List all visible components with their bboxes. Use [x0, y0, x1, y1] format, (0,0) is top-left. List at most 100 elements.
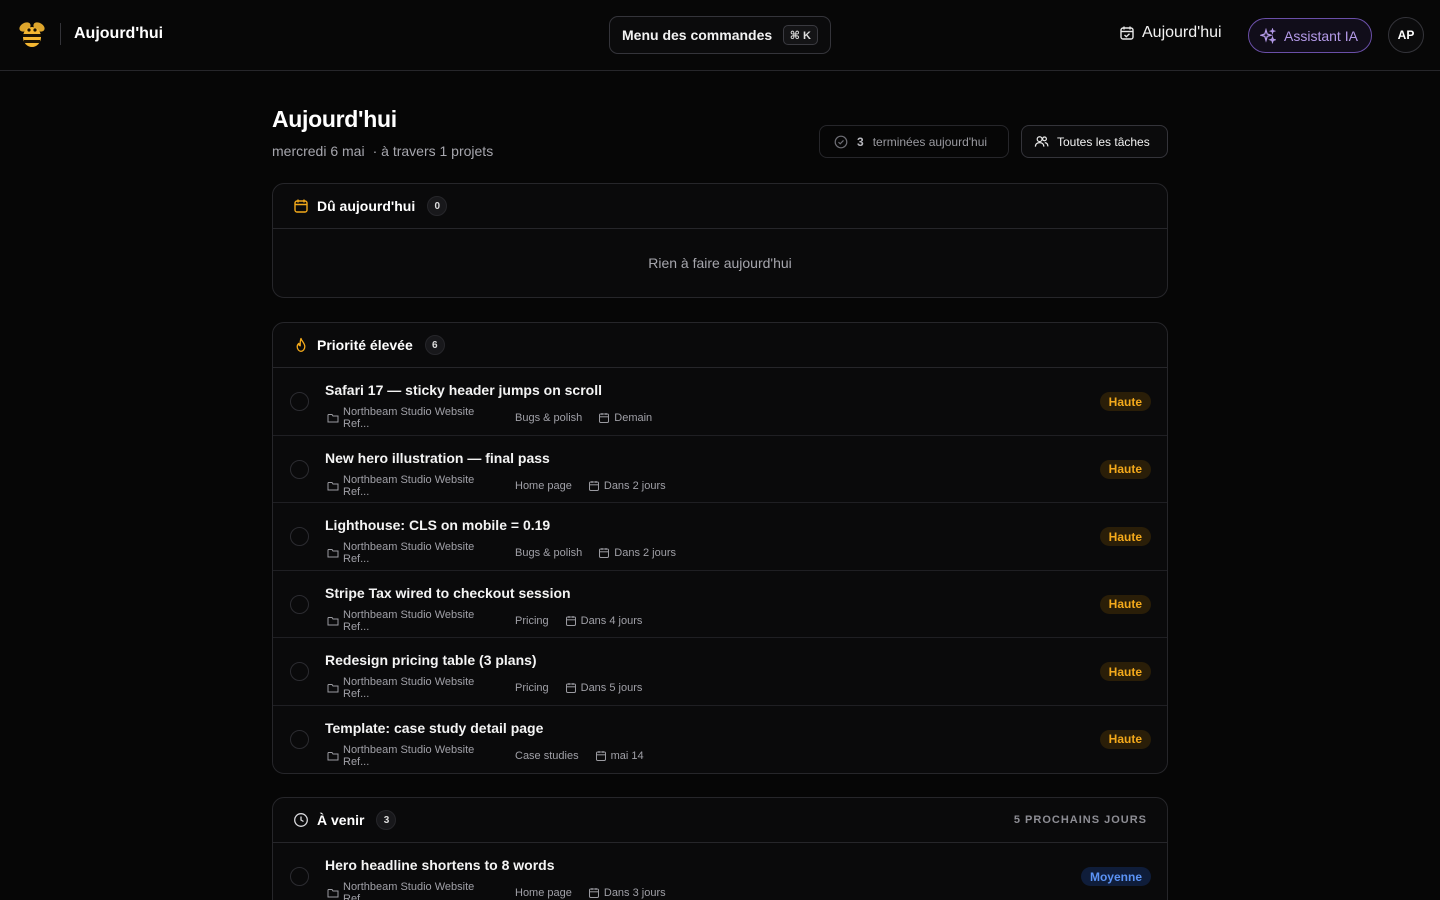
calendar-icon	[565, 615, 577, 627]
completed-label: terminées aujourd'hui	[872, 134, 988, 149]
all-tasks-label: Toutes les tâches	[1057, 134, 1150, 149]
due-today-count: 0	[427, 196, 448, 216]
upcoming-header: À venir 3 5 PROCHAINS JOURS	[273, 798, 1167, 843]
folder-icon	[327, 547, 339, 559]
task-meta: Northbeam Studio Website Ref... Bugs & p…	[327, 406, 668, 430]
folder-icon	[327, 887, 339, 899]
task-project[interactable]: Northbeam Studio Website Ref...	[327, 541, 499, 565]
task-section: Case studies	[515, 749, 579, 762]
calendar-icon	[598, 547, 610, 559]
brand: Aujourd'hui	[16, 18, 163, 50]
today-nav-button[interactable]: Aujourd'hui	[1119, 24, 1222, 42]
upcoming-range-label: 5 PROCHAINS JOURS	[1013, 814, 1147, 826]
ai-assistant-label: Assistant IA	[1284, 27, 1358, 44]
task-meta: Northbeam Studio Website Ref... Case stu…	[327, 744, 660, 768]
task-title[interactable]: Stripe Tax wired to checkout session	[325, 585, 571, 601]
high-priority-count: 6	[424, 335, 445, 355]
task-project[interactable]: Northbeam Studio Website Ref...	[327, 881, 499, 900]
task-project[interactable]: Northbeam Studio Website Ref...	[327, 744, 499, 768]
upcoming-count: 3	[376, 810, 397, 830]
ai-assistant-button[interactable]: Assistant IA	[1248, 18, 1372, 53]
user-avatar[interactable]: AP	[1388, 17, 1424, 53]
task-checkbox[interactable]	[290, 729, 309, 749]
top-bar: Aujourd'hui Menu des commandes ⌘ K Aujou…	[0, 0, 1440, 71]
task-project[interactable]: Northbeam Studio Website Ref...	[327, 676, 499, 700]
task-project[interactable]: Northbeam Studio Website Ref...	[327, 406, 499, 430]
calendar-icon	[588, 480, 600, 492]
task-checkbox[interactable]	[290, 527, 309, 546]
task-row[interactable]: Lighthouse: CLS on mobile = 0.19 Northbe…	[273, 503, 1167, 571]
command-menu-button[interactable]: Menu des commandes ⌘ K	[609, 16, 831, 54]
calendar-icon	[595, 750, 607, 762]
task-due: Demain	[598, 412, 652, 424]
task-checkbox[interactable]	[290, 594, 309, 614]
task-section: Pricing	[515, 614, 549, 627]
task-checkbox[interactable]	[290, 867, 309, 886]
task-row[interactable]: Hero headline shortens to 8 words Northb…	[273, 843, 1167, 900]
priority-badge: Haute	[1099, 594, 1151, 614]
task-title[interactable]: Redesign pricing table (3 plans)	[325, 652, 537, 668]
calendar-icon	[588, 887, 600, 899]
all-tasks-button[interactable]: Toutes les tâches	[1021, 125, 1168, 158]
due-today-header: Dû aujourd'hui 0	[273, 184, 1167, 229]
priority-badge: Haute	[1099, 729, 1151, 749]
task-checkbox[interactable]	[290, 459, 309, 479]
command-shortcut: ⌘ K	[782, 25, 818, 45]
flame-icon	[293, 337, 309, 353]
task-due: Dans 4 jours	[565, 615, 642, 627]
task-meta: Northbeam Studio Website Ref... Home pag…	[327, 474, 682, 498]
task-section: Home page	[515, 479, 572, 492]
high-priority-list: Safari 17 — sticky header jumps on scrol…	[273, 368, 1167, 773]
task-project[interactable]: Northbeam Studio Website Ref...	[327, 474, 499, 498]
folder-icon	[327, 480, 339, 492]
folder-icon	[327, 750, 339, 762]
task-section: Home page	[515, 887, 572, 899]
task-due: Dans 2 jours	[588, 480, 666, 492]
bee-logo-icon[interactable]	[16, 18, 48, 50]
task-checkbox[interactable]	[290, 662, 309, 681]
task-section: Bugs & polish	[515, 412, 583, 424]
priority-badge: Haute	[1099, 459, 1151, 479]
today-nav-label: Aujourd'hui	[1142, 24, 1222, 41]
task-meta: Northbeam Studio Website Ref... Pricing …	[327, 676, 658, 700]
task-title[interactable]: Hero headline shortens to 8 words	[325, 857, 555, 873]
task-row[interactable]: Safari 17 — sticky header jumps on scrol…	[273, 368, 1167, 436]
task-section: Pricing	[515, 682, 549, 694]
task-title[interactable]: New hero illustration — final pass	[325, 450, 550, 466]
calendar-icon	[293, 198, 309, 214]
calendar-icon	[565, 682, 577, 694]
task-row[interactable]: Stripe Tax wired to checkout session Nor…	[273, 571, 1167, 638]
completed-count: 3	[857, 134, 864, 149]
task-due: Dans 5 jours	[565, 682, 642, 694]
task-due: mai 14	[595, 750, 644, 762]
upcoming-section: À venir 3 5 PROCHAINS JOURS Hero headlin…	[272, 797, 1168, 900]
task-title[interactable]: Template: case study detail page	[325, 720, 543, 736]
high-priority-section: Priorité élevée 6 Safari 17 — sticky hea…	[272, 322, 1168, 774]
due-today-section: Dû aujourd'hui 0 Rien à faire aujourd'hu…	[272, 183, 1168, 298]
due-today-empty: Rien à faire aujourd'hui	[648, 255, 792, 271]
brand-divider	[60, 23, 61, 45]
due-today-title: Dû aujourd'hui	[317, 198, 416, 214]
task-title[interactable]: Lighthouse: CLS on mobile = 0.19	[325, 517, 550, 533]
high-priority-title: Priorité élevée	[317, 337, 413, 353]
task-checkbox[interactable]	[290, 392, 309, 411]
task-project[interactable]: Northbeam Studio Website Ref...	[327, 609, 499, 633]
task-title[interactable]: Safari 17 — sticky header jumps on scrol…	[325, 382, 602, 398]
command-menu-label: Menu des commandes	[622, 27, 773, 43]
task-row[interactable]: Redesign pricing table (3 plans) Northbe…	[273, 638, 1167, 706]
priority-badge: Haute	[1099, 527, 1151, 546]
task-due: Dans 2 jours	[598, 547, 676, 559]
current-date: mercredi 6 mai	[272, 143, 365, 159]
task-row[interactable]: Template: case study detail page Northbe…	[273, 706, 1167, 774]
folder-icon	[327, 412, 339, 424]
brand-title: Aujourd'hui	[74, 25, 164, 42]
priority-badge: Moyenne	[1080, 867, 1151, 886]
completed-today-badge: 3 terminées aujourd'hui	[819, 125, 1009, 158]
task-meta: Northbeam Studio Website Ref... Bugs & p…	[327, 541, 692, 565]
clock-icon	[293, 812, 309, 828]
high-priority-header: Priorité élevée 6	[273, 323, 1167, 368]
task-meta: Northbeam Studio Website Ref... Home pag…	[327, 881, 682, 900]
task-due: Dans 3 jours	[588, 887, 666, 899]
folder-icon	[327, 615, 339, 627]
task-row[interactable]: New hero illustration — final pass North…	[273, 436, 1167, 503]
